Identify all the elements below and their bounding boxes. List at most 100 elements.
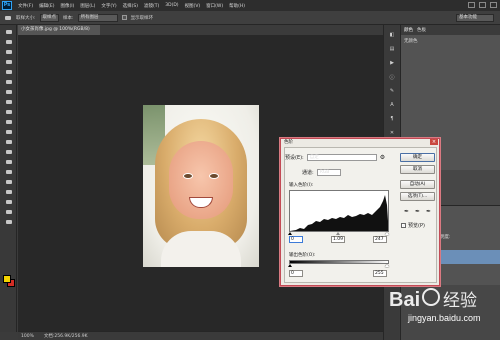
input-gamma-field[interactable]: 1.09	[331, 236, 345, 243]
layer-row[interactable]	[441, 250, 500, 264]
input-white-field[interactable]: 247	[373, 236, 387, 243]
zoom-level[interactable]: 100%	[21, 334, 34, 339]
actions-icon[interactable]: ▶	[387, 59, 397, 67]
sample-size-select[interactable]: 取样点	[39, 13, 60, 22]
menu-item[interactable]: 图像(I)	[57, 3, 77, 9]
show-ring-label: 显示取样环	[130, 15, 154, 21]
photoshop-logo: Ps	[2, 1, 12, 10]
preview-toggle[interactable]: ✓ 预览(P)	[401, 222, 425, 229]
pen-tool-icon[interactable]	[4, 169, 13, 175]
blur-tool-icon[interactable]	[4, 149, 13, 155]
path-select-icon[interactable]	[4, 189, 13, 195]
dialog-title: 色阶	[284, 140, 293, 145]
menu-item[interactable]: 文件(F)	[15, 3, 36, 9]
input-black-slider[interactable]	[288, 232, 292, 235]
move-tool-icon[interactable]	[4, 29, 13, 35]
output-black-slider[interactable]	[288, 264, 292, 267]
info-icon[interactable]: ⓘ	[387, 73, 397, 81]
channel-select[interactable]: RGB	[316, 169, 341, 176]
document-tab[interactable]: 小女孩肖像.jpg @ 100%(RGB/8)	[18, 25, 100, 35]
gradient-tool-icon[interactable]	[4, 139, 13, 145]
history-brush-icon[interactable]	[4, 119, 13, 125]
eyedropper-icon[interactable]	[4, 79, 13, 85]
brush-tool-icon[interactable]	[4, 99, 13, 105]
minimize-icon[interactable]	[468, 2, 475, 8]
menu-item[interactable]: 图层(L)	[77, 3, 98, 9]
eraser-tool-icon[interactable]	[4, 129, 13, 135]
output-white-field[interactable]: 255	[373, 270, 387, 277]
preset-select[interactable]: 自定	[306, 154, 377, 161]
maximize-icon[interactable]	[479, 2, 486, 8]
ok-button[interactable]: 确定	[400, 153, 435, 162]
document-size: 文档:256.9K/256.9K	[43, 334, 88, 339]
menu-item[interactable]: 3D(D)	[162, 3, 181, 9]
photo-shoulders	[161, 231, 241, 267]
tab-color[interactable]: 颜色	[404, 27, 413, 33]
quick-select-tool-icon[interactable]	[4, 59, 13, 65]
cancel-button[interactable]: 取消	[400, 165, 435, 174]
menu-bar: Ps 文件(F) 编辑(E) 图像(I) 图层(L) 文字(Y) 选择(S) 滤镜(T) 3D…	[0, 0, 500, 11]
foreground-color-swatch[interactable]	[3, 275, 11, 283]
dodge-tool-icon[interactable]	[4, 159, 13, 165]
watermark-jingyan-text: 经验	[443, 291, 477, 311]
preview-label: 预览(P)	[408, 223, 425, 229]
output-white-slider[interactable]	[385, 264, 389, 267]
clone-stamp-icon[interactable]	[4, 109, 13, 115]
histogram	[289, 190, 389, 232]
menu-item[interactable]: 窗口(W)	[203, 3, 226, 9]
properties-icon[interactable]: ▤	[387, 45, 397, 53]
healing-brush-icon[interactable]	[4, 89, 13, 95]
input-levels-label: 输入色阶(I):	[289, 183, 314, 188]
preset-options-icon[interactable]: ⚙	[380, 154, 385, 161]
color-panel-tabs: 颜色 色板	[401, 25, 500, 35]
menu-item[interactable]: 滤镜(T)	[141, 3, 162, 9]
tab-swatches[interactable]: 色板	[417, 27, 426, 33]
crop-tool-icon[interactable]	[4, 69, 13, 75]
menu-items: 文件(F) 编辑(E) 图像(I) 图层(L) 文字(Y) 选择(S) 滤镜(T) 3D(D)…	[15, 3, 248, 9]
close-icon[interactable]	[490, 2, 497, 8]
menu-item[interactable]: 选择(S)	[120, 3, 141, 9]
sample-layers-select[interactable]: 所有图层	[77, 13, 118, 22]
white-point-eyedropper-icon[interactable]: ✒	[425, 208, 432, 216]
auto-button[interactable]: 自动(A)	[400, 180, 435, 189]
window-controls	[468, 2, 497, 8]
history-icon[interactable]: ◧	[387, 31, 397, 39]
input-black-field[interactable]: 0	[289, 236, 303, 243]
options-bar: 取样大小: 取样点 样本: 所有图层 显示取样环 基本功能	[0, 11, 500, 25]
brush-preset-icon[interactable]: ✎	[387, 87, 397, 95]
tools-preset-icon[interactable]: ✕	[387, 129, 397, 137]
dialog-close-icon[interactable]: ×	[430, 139, 438, 145]
tools-panel	[0, 25, 17, 332]
input-gamma-slider[interactable]	[336, 232, 340, 235]
marquee-tool-icon[interactable]	[4, 39, 13, 45]
output-gradient	[289, 260, 389, 264]
output-black-field[interactable]: 0	[289, 270, 303, 277]
sample-size-label: 取样大小:	[16, 15, 36, 21]
channel-row: 通道: RGB	[302, 169, 341, 176]
portrait-photo	[143, 105, 259, 267]
preset-row: 预设(E): 自定 ⚙	[285, 154, 385, 161]
options-button[interactable]: 选项(T)...	[400, 192, 435, 201]
status-bar: 100% 文档:256.9K/256.9K	[18, 331, 383, 340]
show-ring-checkbox[interactable]	[121, 15, 127, 20]
menu-item[interactable]: 视图(V)	[182, 3, 204, 9]
watermark-bai-text: Bai	[389, 289, 420, 311]
eyedroppers: ✒ ✒ ✒	[403, 208, 432, 216]
character-icon[interactable]: A	[387, 101, 397, 109]
zoom-tool-icon[interactable]	[4, 219, 13, 225]
black-point-eyedropper-icon[interactable]: ✒	[403, 208, 410, 216]
lasso-tool-icon[interactable]	[4, 49, 13, 55]
menu-item[interactable]: 文字(Y)	[98, 3, 119, 9]
input-white-slider[interactable]	[385, 232, 389, 235]
shape-tool-icon[interactable]	[4, 199, 13, 205]
type-tool-icon[interactable]	[4, 179, 13, 185]
workspace-select[interactable]: 基本功能	[456, 14, 494, 22]
menu-item[interactable]: 帮助(H)	[226, 3, 248, 9]
hand-tool-icon[interactable]	[4, 209, 13, 215]
color-panel-text: 无颜色	[404, 39, 418, 44]
preview-checkbox[interactable]: ✓	[401, 223, 406, 229]
eyedropper-tool-icon[interactable]	[3, 15, 12, 21]
paragraph-icon[interactable]: ¶	[387, 115, 397, 123]
menu-item[interactable]: 编辑(E)	[36, 3, 57, 9]
gray-point-eyedropper-icon[interactable]: ✒	[414, 208, 421, 216]
